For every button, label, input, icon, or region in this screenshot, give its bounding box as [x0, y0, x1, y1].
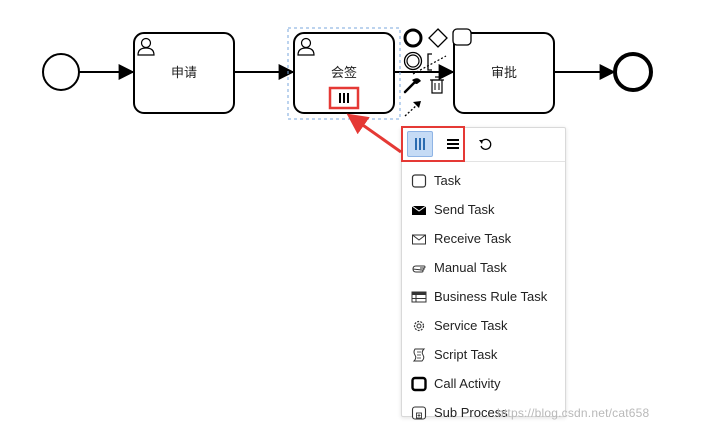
append-intermediate-event-icon[interactable] — [403, 51, 423, 71]
popup-header — [401, 126, 565, 162]
menu-item-script-task[interactable]: Script Task — [402, 340, 565, 369]
user-task-apply[interactable]: 申请 — [133, 32, 235, 114]
menu-item-send-task[interactable]: Send Task — [402, 195, 565, 224]
menu-item-label: Call Activity — [434, 376, 501, 391]
header-highlight — [401, 126, 465, 162]
table-icon — [411, 289, 427, 305]
menu-item-label: Script Task — [434, 347, 498, 362]
menu-item-task[interactable]: Task — [402, 166, 565, 195]
append-task-icon[interactable] — [452, 28, 472, 46]
replace-popup-menu: Task Send Task Receive Task Manual Task … — [401, 126, 566, 420]
task-label: 会签 — [331, 65, 357, 80]
user-task-countersign[interactable]: 会签 — [287, 27, 401, 120]
menu-item-label: Receive Task — [434, 231, 512, 246]
sub-process-icon — [411, 405, 427, 421]
menu-item-label: Manual Task — [434, 260, 507, 275]
receive-envelope-icon — [411, 231, 427, 247]
highlight-callout-arrow — [346, 113, 402, 154]
menu-item-call-activity[interactable]: Call Activity — [402, 369, 565, 398]
watermark: https://blog.csdn.net/cat658 — [497, 406, 650, 420]
send-envelope-icon — [411, 202, 427, 218]
task-label: 申请 — [171, 65, 197, 80]
menu-item-label: Task — [434, 173, 461, 188]
delete-trash-icon[interactable] — [430, 76, 444, 94]
connect-arrow-icon[interactable] — [404, 101, 421, 117]
hand-icon — [411, 260, 427, 276]
menu-item-service-task[interactable]: Service Task — [402, 311, 565, 340]
append-gateway-icon[interactable] — [428, 28, 448, 48]
menu-item-manual-task[interactable]: Manual Task — [402, 253, 565, 282]
menu-item-label: Service Task — [434, 318, 508, 333]
menu-item-label: Business Rule Task — [434, 289, 548, 304]
start-event[interactable] — [42, 53, 80, 91]
task-icon — [411, 173, 427, 189]
change-type-wrench-icon[interactable] — [403, 78, 421, 94]
parallel-multi-instance-marker[interactable] — [339, 93, 349, 103]
script-icon — [411, 347, 427, 363]
menu-item-receive-task[interactable]: Receive Task — [402, 224, 565, 253]
append-end-event-icon[interactable] — [403, 28, 423, 48]
menu-item-business-rule-task[interactable]: Business Rule Task — [402, 282, 565, 311]
loop-button[interactable] — [472, 131, 498, 157]
text-annotation-icon[interactable] — [427, 53, 432, 71]
task-label: 审批 — [491, 65, 517, 80]
menu-list: Task Send Task Receive Task Manual Task … — [402, 162, 565, 427]
menu-item-label: Send Task — [434, 202, 495, 217]
gear-icon — [411, 318, 427, 334]
bpmn-canvas: 申请 会签 审批 — [42, 27, 653, 154]
loop-icon — [479, 138, 492, 150]
end-event[interactable] — [613, 52, 653, 92]
call-activity-icon — [411, 376, 427, 392]
